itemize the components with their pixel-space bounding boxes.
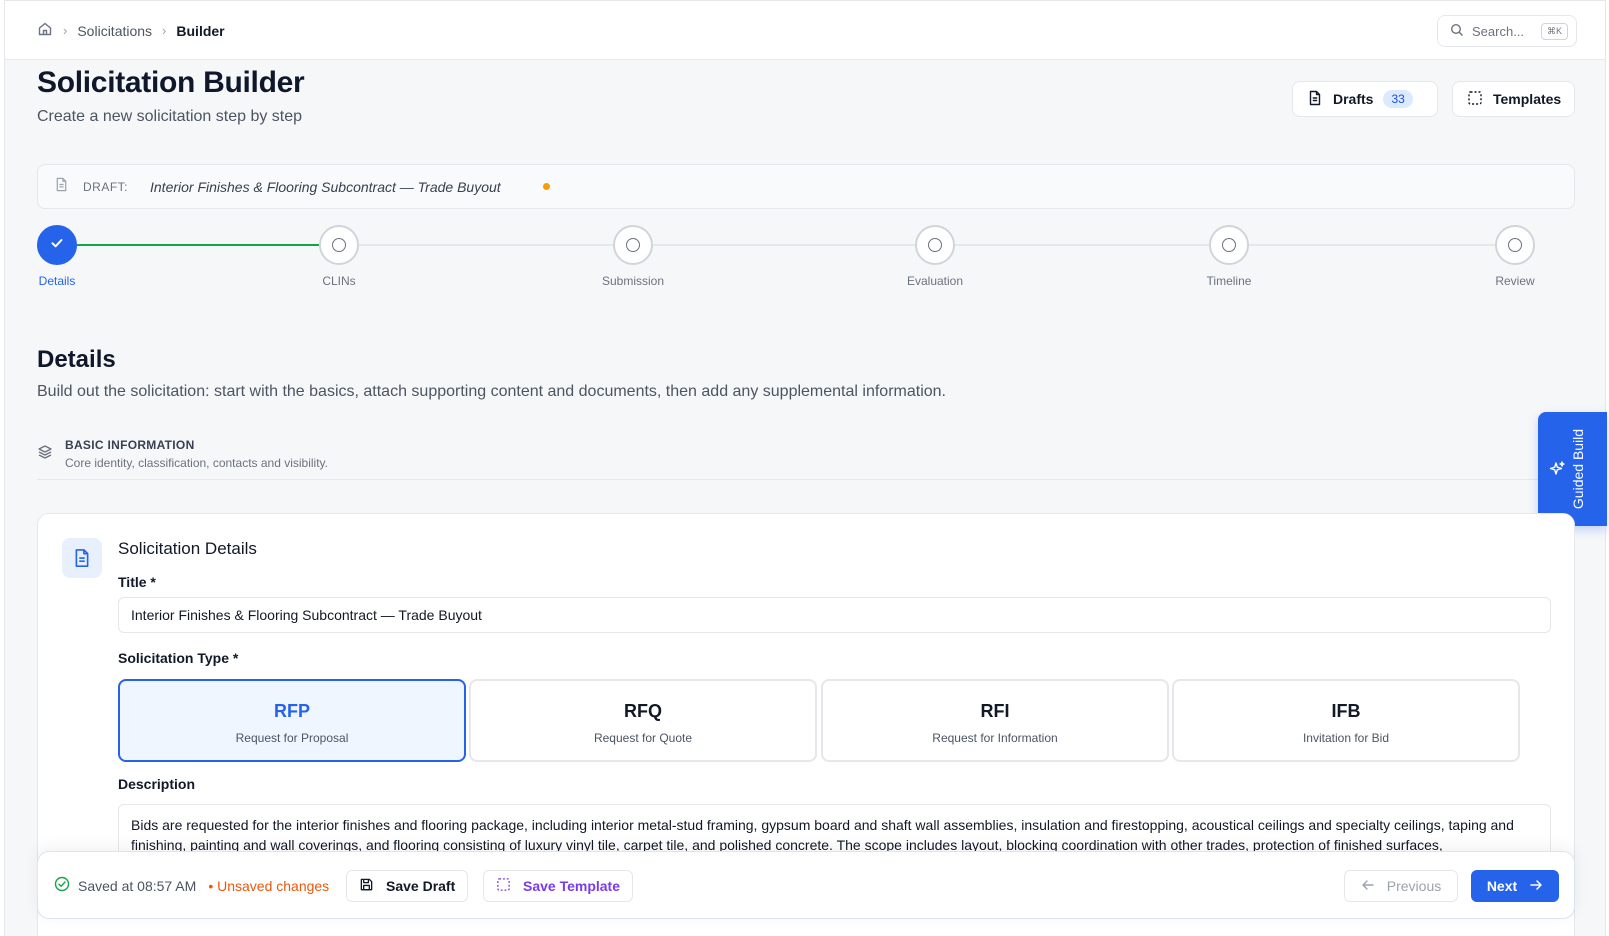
step-circle-icon [1222, 238, 1236, 252]
page-subtitle: Create a new solicitation step by step [37, 108, 303, 125]
save-template-button[interactable]: Save Template [483, 870, 634, 902]
chevron-right-icon: › [63, 23, 68, 38]
card-title: Solicitation Details [118, 539, 257, 558]
title-field[interactable]: Interior Finishes & Flooring Subcontract… [118, 597, 1551, 633]
template-icon [496, 877, 511, 895]
previous-label: Previous [1386, 878, 1442, 894]
type-option-rfp[interactable]: RFP Request for Proposal [118, 679, 466, 762]
next-button[interactable]: Next [1471, 870, 1559, 902]
saved-time: Saved at 08:57 AM [78, 877, 197, 894]
type-description: Invitation for Bid [1302, 731, 1390, 745]
document-icon [62, 538, 102, 578]
type-code: RFI [980, 701, 1010, 721]
breadcrumb-builder: Builder [176, 22, 225, 39]
type-option-rfi[interactable]: RFI Request for Information [821, 679, 1169, 762]
solicitation-type-label: Solicitation Type * [118, 650, 239, 666]
type-option-ifb[interactable]: IFB Invitation for Bid [1172, 679, 1520, 762]
step-clins[interactable] [319, 225, 359, 265]
save-icon [359, 877, 374, 895]
step-connector [653, 244, 915, 246]
guided-build-label: Guided Build [1570, 428, 1586, 510]
search-shortcut: ⌘K [1540, 22, 1568, 40]
step-label-submission: Submission [601, 274, 665, 288]
step-connector [1249, 244, 1495, 246]
step-circle-icon [928, 238, 942, 252]
type-code: IFB [1331, 701, 1361, 721]
draft-label: DRAFT: [83, 179, 128, 194]
step-connector [359, 244, 613, 246]
type-description: Request for Proposal [235, 731, 349, 745]
draft-status-bar: DRAFT: Interior Finishes & Flooring Subc… [37, 164, 1575, 209]
title-field-label: Title * [118, 574, 156, 590]
save-draft-label: Save Draft [386, 878, 456, 894]
save-draft-button[interactable]: Save Draft [346, 870, 469, 902]
breadcrumb: › Solicitations › Builder [37, 21, 225, 40]
page-title: Solicitation Builder [37, 66, 305, 99]
window-frame-left [0, 0, 5, 936]
template-icon [1467, 90, 1483, 109]
chevron-right-icon: › [162, 23, 167, 38]
description-label: Description [118, 776, 196, 792]
step-circle-icon [332, 238, 346, 252]
step-evaluation[interactable] [915, 225, 955, 265]
step-connector-complete [77, 244, 319, 246]
step-label-clins: CLINs [322, 274, 356, 288]
subsection-title: BASIC INFORMATION [65, 438, 195, 452]
layers-icon [37, 444, 53, 465]
save-status: Saved at 08:57 AM • Unsaved changes [54, 876, 329, 895]
step-details[interactable] [37, 225, 77, 265]
bottom-action-bar: Saved at 08:57 AM • Unsaved changes Save… [37, 851, 1575, 919]
check-icon [49, 235, 65, 256]
step-label-review: Review [1495, 274, 1535, 288]
search-placeholder: Search... [1472, 23, 1525, 39]
step-label-evaluation: Evaluation [906, 274, 964, 288]
type-code: RFP [274, 701, 310, 721]
step-label-details: Details [38, 274, 76, 288]
top-bar: › Solicitations › Builder Search... ⌘K [5, 0, 1605, 60]
type-description: Request for Quote [593, 731, 693, 745]
breadcrumb-solicitations[interactable]: Solicitations [77, 23, 152, 39]
step-connector [955, 244, 1209, 246]
drafts-count-badge: 33 [1383, 90, 1413, 108]
draft-title: Interior Finishes & Flooring Subcontract… [150, 178, 501, 195]
step-review[interactable] [1495, 225, 1535, 265]
document-icon [54, 177, 69, 197]
step-circle-icon [1508, 238, 1522, 252]
step-circle-icon [626, 238, 640, 252]
templates-button[interactable]: Templates [1452, 81, 1575, 117]
save-template-label: Save Template [523, 878, 621, 894]
subsection-description: Core identity, classification, contacts … [65, 456, 328, 470]
templates-label: Templates [1493, 91, 1562, 107]
step-submission[interactable] [613, 225, 653, 265]
section-description: Build out the solicitation: start with t… [37, 383, 946, 400]
document-icon [1307, 90, 1323, 109]
drafts-label: Drafts [1333, 91, 1374, 107]
drafts-button[interactable]: Drafts 33 [1292, 81, 1438, 117]
type-code: RFQ [624, 701, 662, 721]
search-input[interactable]: Search... ⌘K [1437, 15, 1577, 47]
arrow-left-icon [1361, 878, 1375, 895]
basic-information-header: BASIC INFORMATION Core identity, classif… [37, 434, 1575, 480]
section-title: Details [37, 346, 116, 373]
previous-button[interactable]: Previous [1344, 870, 1458, 902]
type-description: Request for Information [932, 731, 1058, 745]
unsaved-indicator-dot [542, 183, 550, 190]
progress-stepper: Details CLINs Submission Evaluation Time… [37, 225, 1575, 295]
step-timeline[interactable] [1209, 225, 1249, 265]
sparkles-icon [1548, 460, 1566, 483]
arrow-right-icon [1529, 878, 1543, 895]
next-label: Next [1486, 878, 1518, 894]
check-circle-icon [54, 876, 70, 895]
step-label-timeline: Timeline [1206, 274, 1252, 288]
unsaved-changes: • Unsaved changes [208, 877, 330, 894]
home-icon[interactable] [37, 21, 53, 40]
search-icon [1450, 23, 1464, 40]
guided-build-button[interactable]: Guided Build [1538, 412, 1607, 526]
type-option-rfq[interactable]: RFQ Request for Quote [469, 679, 817, 762]
